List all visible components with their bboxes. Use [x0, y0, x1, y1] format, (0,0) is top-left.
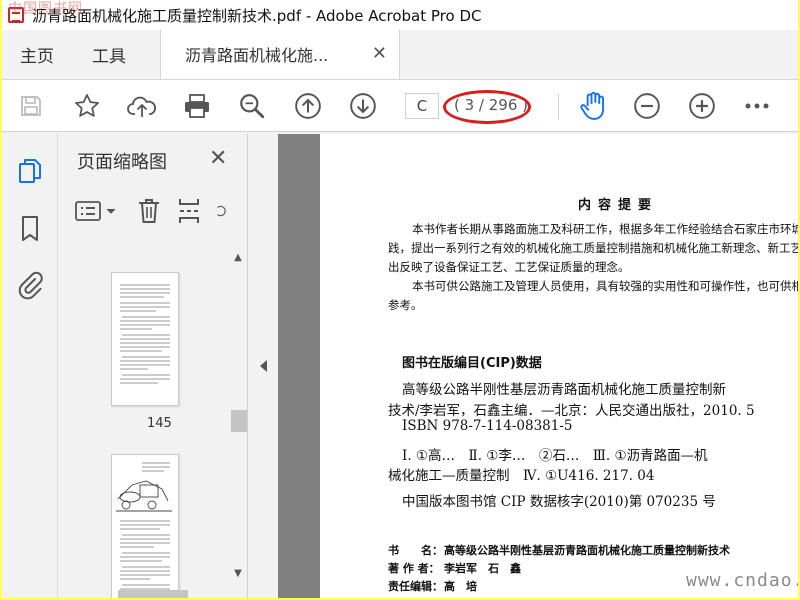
- cip-line: 技术/李岩军，石鑫主编．—北京：人民交通出版社，2010. 5: [388, 403, 755, 419]
- cip-line: Ⅰ. ①高… Ⅱ. ①李… ②石… Ⅲ. ①沥青路面—机: [402, 448, 708, 464]
- collapse-panel-icon[interactable]: [260, 360, 267, 372]
- toolbar: C ( 3 / 296 ): [2, 80, 798, 132]
- rotate-page-icon[interactable]: [214, 196, 228, 226]
- document-page: 内容提要 本书作者长期从事路面施工及科研工作，根据多年工作经验结合石家庄市环城 …: [320, 134, 798, 598]
- intro-line: 本书作者长期从事路面施工及科研工作，根据多年工作经验结合石家庄市环城: [412, 222, 798, 236]
- zoom-out-icon[interactable]: [632, 91, 662, 121]
- page-down-icon[interactable]: [348, 91, 378, 121]
- tab-document[interactable]: 沥青路面机械化施... ✕: [160, 29, 400, 79]
- meta-author-label: 著 作 者：: [388, 562, 440, 575]
- thumbnail-hscrollbar[interactable]: [78, 586, 208, 598]
- thumbnail-options-icon[interactable]: [74, 196, 120, 226]
- delete-page-icon[interactable]: [134, 196, 164, 226]
- window-title: 沥青路面机械化施工质量控制新技术.pdf - Adobe Acrobat Pro…: [32, 6, 482, 25]
- zoom-search-icon[interactable]: [237, 91, 267, 121]
- page-count-highlight: [443, 90, 531, 124]
- tab-document-label: 沥青路面机械化施...: [185, 46, 329, 65]
- cip-line: 中国版本图书馆 CIP 数据核字(2010)第 070235 号: [402, 494, 716, 510]
- left-rail: [2, 134, 58, 598]
- meta-editor-label: 责任编辑：: [388, 580, 443, 593]
- page-thumbnails-icon[interactable]: [15, 156, 45, 186]
- cip-line: 械化施工—质量控制 Ⅳ. ①U416. 217. 04: [388, 468, 655, 484]
- bookmark-star-icon[interactable]: [72, 91, 102, 121]
- page-up-icon[interactable]: [293, 91, 323, 121]
- meta-book-label: 书 名：: [388, 544, 443, 557]
- tab-tools[interactable]: 工具: [72, 29, 146, 79]
- meta-editor-value: 高 培: [444, 580, 477, 593]
- panel-collapse-gutter[interactable]: [248, 134, 278, 598]
- print-icon[interactable]: [182, 91, 212, 121]
- scrollbar-thumb[interactable]: [231, 410, 247, 432]
- scroll-up-icon[interactable]: ▲: [232, 252, 244, 263]
- toolbar-divider: [558, 94, 559, 120]
- hscrollbar-thumb[interactable]: [118, 590, 188, 598]
- page-section-title: 内容提要: [578, 198, 659, 213]
- page-thumbnail[interactable]: [111, 454, 179, 598]
- cip-line: 高等级公路半刚性基层沥青路面机械化施工质量控制新: [402, 382, 726, 398]
- page-number-input[interactable]: C: [405, 93, 439, 119]
- watermark-bottom: www.cndao.com: [686, 570, 798, 591]
- panel-toolbar: [74, 196, 248, 228]
- intro-line: 本书可供公路施工及管理人员使用，具有较强的实用性和可操作性，也可供相: [412, 279, 798, 293]
- thumbnail-scrollbar[interactable]: ▲ ▼: [230, 244, 247, 598]
- thumbnail-page-label: 145: [147, 416, 172, 431]
- cip-line: ISBN 978-7-114-08381-5: [402, 418, 573, 434]
- thumbnail-panel: 页面缩略图 ✕ 145 ▲ ▼: [58, 134, 248, 598]
- upload-cloud-icon[interactable]: [127, 91, 157, 121]
- meta-author-value: 李岩军 石 鑫: [444, 562, 521, 575]
- cip-heading: 图书在版编目(CIP)数据: [402, 356, 542, 371]
- tab-bar: 主页 工具 沥青路面机械化施... ✕: [2, 29, 798, 80]
- save-icon[interactable]: [16, 91, 46, 121]
- insert-page-icon[interactable]: [174, 196, 204, 226]
- scroll-down-icon[interactable]: ▼: [232, 568, 244, 579]
- thumbnail-list: 145: [58, 244, 228, 598]
- intro-line: 践，提出一系列行之有效的机械化施工质量控制措施和机械化施工新理念、新工艺和: [388, 241, 798, 255]
- panel-close-icon[interactable]: ✕: [209, 146, 227, 171]
- title-bar: 沥青路面机械化施工质量控制新技术.pdf - Adobe Acrobat Pro…: [2, 0, 798, 30]
- document-view[interactable]: 内容提要 本书作者长期从事路面施工及科研工作，根据多年工作经验结合石家庄市环城 …: [278, 134, 798, 598]
- meta-book-value: 高等级公路半刚性基层沥青路面机械化施工质量控制新技术: [444, 544, 730, 557]
- intro-line: 出反映了设备保证工艺、工艺保证质量的理念。: [388, 260, 630, 274]
- intro-line: 参考。: [388, 298, 423, 312]
- watermark-top: 中国图书网: [8, 1, 83, 17]
- tab-home[interactable]: 主页: [2, 29, 72, 79]
- hand-tool-icon[interactable]: [578, 91, 608, 121]
- panel-title: 页面缩略图: [77, 152, 167, 173]
- bookmarks-icon[interactable]: [15, 214, 45, 244]
- acrobat-window: 沥青路面机械化施工质量控制新技术.pdf - Adobe Acrobat Pro…: [2, 0, 798, 598]
- attachments-icon[interactable]: [15, 270, 45, 300]
- page-thumbnail[interactable]: [111, 272, 179, 406]
- more-icon[interactable]: [742, 91, 772, 121]
- zoom-in-icon[interactable]: [687, 91, 717, 121]
- tab-close-icon[interactable]: ✕: [372, 43, 387, 64]
